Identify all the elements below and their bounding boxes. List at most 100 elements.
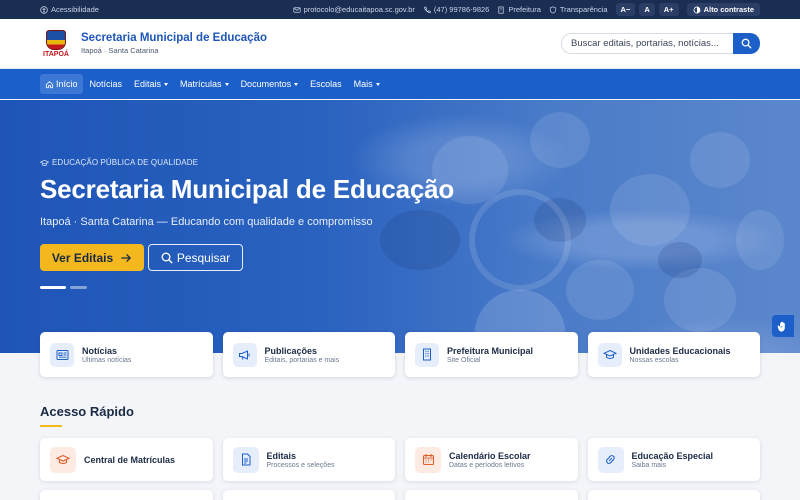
- phone-text: (47) 99786-9826: [433, 5, 490, 14]
- quick-card-subtitle: Saiba mais: [631, 461, 667, 469]
- quick-access-section: Acesso Rápido: [40, 404, 134, 427]
- quick-card-partial[interactable]: [222, 490, 395, 500]
- hero-subtitle: Itapoá · Santa Catarina — Educando com q…: [40, 216, 373, 228]
- quick-card-title: Calendário Escolar: [449, 450, 531, 461]
- font-decrease-button[interactable]: A−: [615, 3, 636, 16]
- site-title: Secretaria Municipal de Educação: [81, 32, 267, 44]
- quick-card-title: Editais: [266, 450, 297, 461]
- phone-link[interactable]: (47) 99786-9826: [423, 5, 489, 14]
- building-icon: [498, 6, 504, 14]
- card-title: Notícias: [82, 345, 118, 356]
- card-noticias[interactable]: Notícias Últimas notícias: [40, 332, 213, 377]
- nav-label: Editais: [134, 79, 162, 89]
- nav-item-mais[interactable]: Mais: [349, 74, 385, 94]
- search-button[interactable]: [733, 33, 760, 54]
- arrow-right-icon: [121, 253, 132, 262]
- logo-text: ITAPOÁ: [43, 50, 69, 58]
- search-box: [561, 33, 760, 54]
- quick-card-partial[interactable]: [405, 490, 578, 500]
- nav-item-documentos[interactable]: Documentos: [236, 74, 304, 94]
- prefeitura-link[interactable]: Prefeitura: [497, 5, 541, 14]
- carousel-dot-2[interactable]: [70, 286, 87, 289]
- hero-tag-text: EDUCAÇÃO PÚBLICA DE QUALIDADE: [52, 158, 199, 167]
- nav-label: Documentos: [240, 79, 292, 89]
- email-link[interactable]: protocolo@educaitapoa.sc.gov.br: [293, 5, 415, 14]
- quick-card-title: Central de Matrículas: [84, 454, 176, 465]
- sign-language-button[interactable]: [772, 315, 794, 337]
- prefeitura-label: Prefeitura: [508, 5, 541, 14]
- building-icon: [415, 342, 439, 367]
- email-text: protocolo@educaitapoa.sc.gov.br: [303, 5, 415, 14]
- quick-card-matriculas[interactable]: Central de Matrículas: [40, 438, 213, 481]
- pesquisar-button[interactable]: Pesquisar: [148, 244, 243, 271]
- nav-label: Mais: [353, 79, 373, 89]
- card-subtitle: Nossas escolas: [629, 356, 679, 364]
- transparencia-label: Transparência: [559, 5, 608, 14]
- chevron-down-icon: [164, 82, 169, 86]
- quick-card-partial[interactable]: [40, 490, 213, 500]
- pesquisar-label: Pesquisar: [176, 250, 231, 265]
- document-icon: [232, 446, 259, 473]
- nav-label: Início: [56, 79, 78, 89]
- nav-label: Escolas: [310, 79, 342, 89]
- card-subtitle: Site Oficial: [447, 356, 481, 364]
- accessibility-label: Acessibilidade: [51, 5, 99, 14]
- chevron-down-icon: [375, 82, 380, 86]
- card-prefeitura[interactable]: Prefeitura Municipal Site Oficial: [405, 332, 578, 377]
- card-title: Publicações: [264, 345, 318, 356]
- quick-card-title: Educação Especial: [631, 450, 714, 461]
- carousel-dot-1[interactable]: [40, 286, 66, 289]
- site-header: ITAPOÁ Secretaria Municipal de Educação …: [0, 19, 800, 69]
- graduation-cap-icon: [40, 159, 49, 166]
- quick-card-calendario[interactable]: Calendário Escolar Datas e períodos letiv…: [405, 438, 578, 481]
- link-icon: [597, 446, 624, 473]
- quick-card-educacao-especial[interactable]: Educação Especial Saiba mais: [587, 438, 760, 481]
- card-subtitle: Editais, portarias e mais: [264, 356, 340, 364]
- font-reset-button[interactable]: A: [639, 3, 655, 16]
- hand-icon: [777, 321, 785, 332]
- high-contrast-button[interactable]: Alto contraste: [686, 3, 760, 16]
- nav-item-editais[interactable]: Editais: [129, 74, 173, 94]
- graduation-cap-icon: [50, 446, 76, 473]
- card-title: Unidades Educacionais: [629, 345, 731, 356]
- accessibility-icon: [40, 5, 48, 14]
- search-icon: [741, 38, 752, 49]
- quick-card-subtitle: Datas e períodos letivos: [449, 461, 525, 469]
- card-unidades[interactable]: Unidades Educacionais Nossas escolas: [587, 332, 760, 377]
- graduation-cap-icon: [597, 342, 622, 367]
- quick-access-cards-row-2: [40, 490, 760, 500]
- search-input[interactable]: [561, 33, 733, 54]
- nav-item-escolas[interactable]: Escolas: [305, 74, 347, 94]
- home-icon: [45, 80, 54, 88]
- nav-item-inicio[interactable]: Início: [40, 74, 83, 94]
- transparencia-link[interactable]: Transparência: [549, 5, 608, 14]
- brand[interactable]: Secretaria Municipal de Educação Itapoá …: [81, 32, 267, 55]
- quick-access-cards: Central de Matrículas Editais Processos e…: [40, 438, 760, 481]
- top-utility-bar: Acessibilidade protocolo@educaitapoa.sc.…: [0, 0, 800, 19]
- card-subtitle: Últimas notícias: [82, 356, 132, 364]
- quick-access-heading: Acesso Rápido: [40, 404, 134, 419]
- chevron-down-icon: [224, 82, 229, 86]
- shield-icon: [549, 5, 556, 14]
- chevron-down-icon: [294, 82, 299, 86]
- carousel-indicators: [40, 286, 87, 289]
- newspaper-icon: [50, 342, 74, 367]
- ver-editais-label: Ver Editais: [51, 250, 114, 265]
- quick-card-partial[interactable]: [587, 490, 760, 500]
- accessibility-link[interactable]: Acessibilidade: [40, 5, 99, 14]
- nav-item-noticias[interactable]: Notícias: [85, 74, 128, 94]
- site-subtitle: Itapoá · Santa Catarina: [81, 46, 159, 55]
- quick-card-subtitle: Processos e seleções: [266, 461, 335, 469]
- megaphone-icon: [232, 342, 257, 367]
- mail-icon: [293, 6, 301, 13]
- font-increase-button[interactable]: A+: [658, 3, 679, 16]
- quick-card-editais[interactable]: Editais Processos e seleções: [222, 438, 395, 481]
- nav-label: Matrículas: [180, 79, 222, 89]
- site-logo[interactable]: ITAPOÁ: [40, 27, 72, 61]
- card-publicacoes[interactable]: Publicações Editais, portarias e mais: [222, 332, 395, 377]
- nav-item-matriculas[interactable]: Matrículas: [175, 74, 234, 94]
- phone-icon: [424, 6, 431, 13]
- ver-editais-button[interactable]: Ver Editais: [40, 244, 144, 271]
- contrast-icon: [693, 6, 701, 13]
- coat-of-arms-icon: [46, 29, 66, 50]
